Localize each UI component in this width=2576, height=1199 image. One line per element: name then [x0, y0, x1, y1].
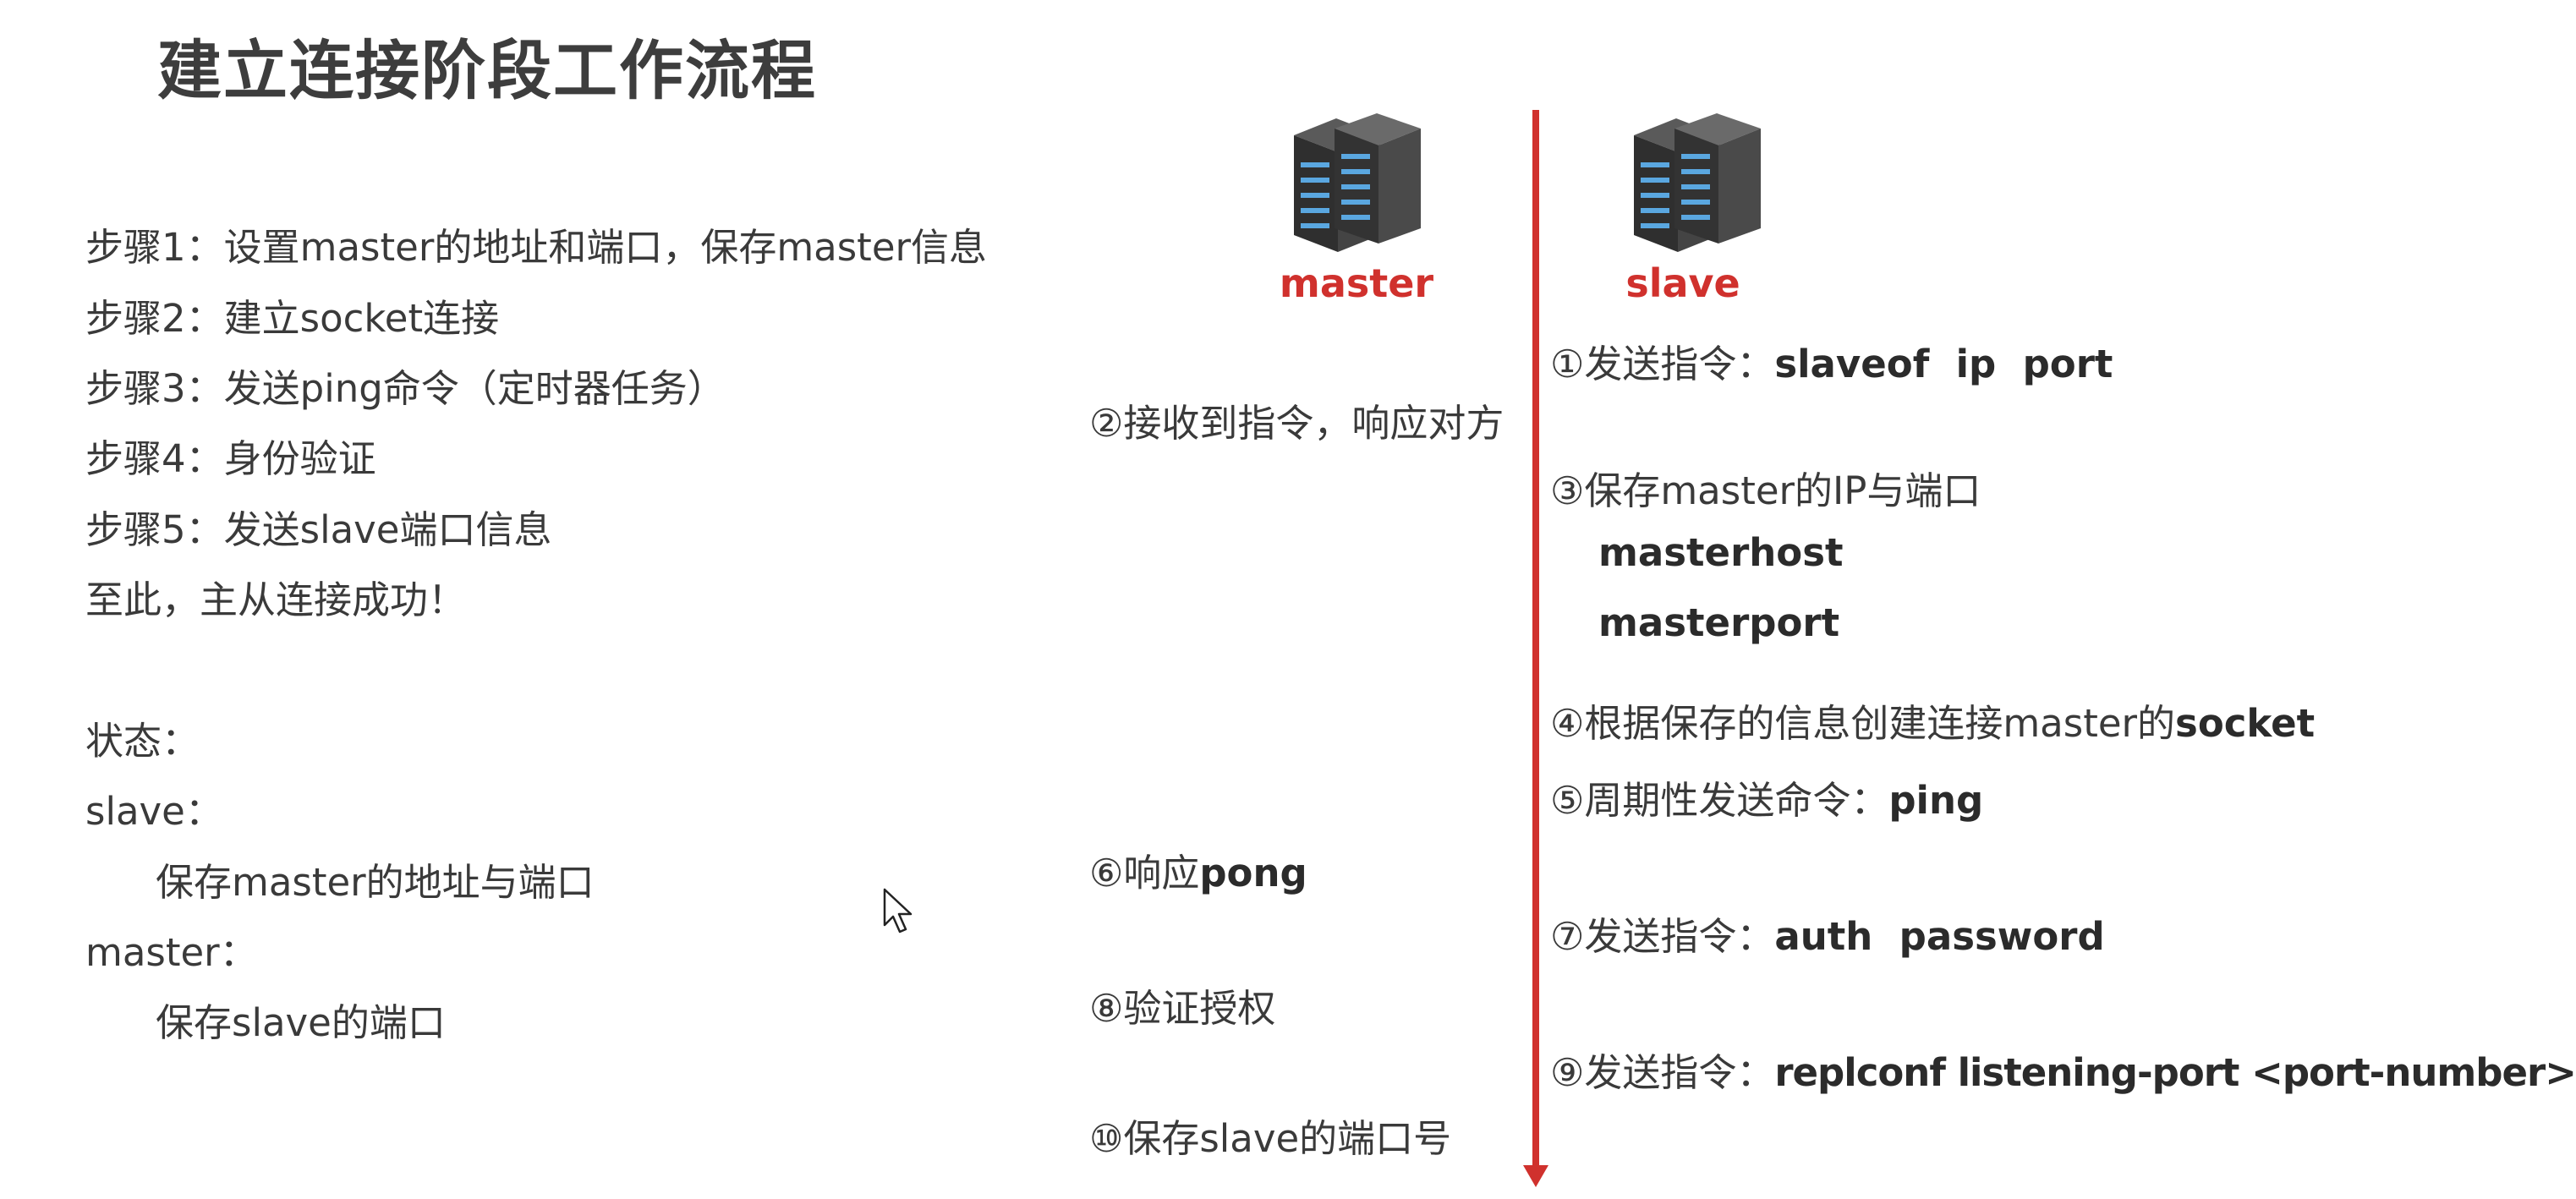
flow-step-5-text: ⑤周期性发送命令： — [1550, 778, 1889, 823]
slave-label: slave — [1625, 260, 1740, 306]
flow-step-1: ①发送指令：slaveof ip port — [1550, 333, 2113, 388]
flow-step-2: ②接收到指令，响应对方 — [1089, 401, 1504, 446]
timeline-line — [1532, 110, 1539, 1167]
status-slave-detail: 保存master的地址与端口 — [156, 860, 595, 905]
status-heading: 状态： — [85, 719, 200, 764]
server-rack-icon — [1634, 113, 1761, 252]
flow-step-1-command: slaveof ip port — [1774, 342, 2113, 386]
flow-step-9: ⑨发送指令：replconf listening-port <port-numb… — [1550, 1042, 2576, 1097]
flow-step-5-ping: ping — [1888, 778, 1984, 823]
flow-step-6-pong: pong — [1199, 851, 1307, 895]
list-item: 步骤5：发送slave端口信息 — [85, 507, 552, 552]
status-slave-label: slave： — [85, 789, 223, 834]
list-item: 步骤3：发送ping命令（定时器任务） — [85, 366, 726, 411]
flow-step-8: ⑧验证授权 — [1089, 986, 1276, 1031]
flow-step-7-command: auth password — [1774, 914, 2105, 959]
flow-step-4-text: ④根据保存的信息创建连接master的 — [1550, 701, 2176, 746]
flow-step-5: ⑤周期性发送命令：ping — [1550, 769, 1983, 824]
flow-step-3-masterport: masterport — [1598, 600, 1840, 645]
flow-step-9-command: replconf listening-port <port-number> — [1774, 1050, 2576, 1095]
list-item: 步骤2：建立socket连接 — [85, 296, 500, 341]
flow-step-3-masterhost: masterhost — [1598, 530, 1844, 575]
flow-step-4: ④根据保存的信息创建连接master的socket — [1550, 693, 2315, 747]
timeline-arrow-icon — [1523, 1165, 1548, 1187]
list-item: 步骤1：设置master的地址和端口，保存master信息 — [85, 225, 988, 270]
flow-step-7: ⑦发送指令：auth password — [1550, 906, 2105, 961]
list-item: 至此，主从连接成功！ — [85, 578, 467, 622]
flow-step-1-text: ①发送指令： — [1550, 342, 1775, 386]
list-item: 步骤4：身份验证 — [85, 436, 376, 481]
flow-step-7-text: ⑦发送指令： — [1550, 914, 1775, 959]
flow-step-4-socket: socket — [2175, 701, 2316, 746]
flow-step-3: ③保存master的IP与端口 — [1550, 468, 1981, 513]
status-master-label: master： — [85, 930, 258, 975]
status-master-detail: 保存slave的端口 — [156, 1000, 446, 1045]
flow-step-10: ⑩保存slave的端口号 — [1089, 1116, 1452, 1161]
master-label: master — [1279, 260, 1434, 306]
flow-step-6-text: ⑥响应 — [1089, 851, 1200, 895]
server-rack-icon — [1294, 113, 1421, 252]
flow-step-6: ⑥响应pong — [1089, 842, 1307, 897]
mouse-cursor-icon — [883, 888, 913, 933]
page-title: 建立连接阶段工作流程 — [157, 33, 817, 108]
flow-step-9-text: ⑨发送指令： — [1550, 1050, 1775, 1095]
